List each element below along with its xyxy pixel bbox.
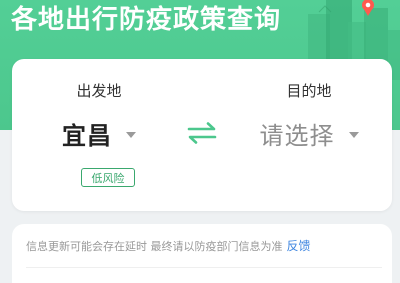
notice-panel: 信息更新可能会存在延时 最终请以防疫部门信息为准 反馈 — [12, 224, 392, 283]
destination-label: 目的地 — [286, 82, 332, 100]
risk-level-badge: 低风险 — [81, 168, 135, 187]
page: 各地出行防疫政策查询 出发地 宜昌 低风险 目的地 请选择 信息更新可能会存在延… — [0, 0, 400, 283]
route-card: 出发地 宜昌 低风险 目的地 请选择 — [12, 59, 392, 211]
caret-down-icon — [126, 131, 136, 138]
page-title: 各地出行防疫政策查询 — [11, 5, 282, 35]
swap-arrows-icon[interactable] — [186, 121, 218, 145]
divider — [26, 267, 382, 268]
notice-row: 信息更新可能会存在延时 最终请以防疫部门信息为准 反馈 — [26, 237, 311, 254]
caret-down-icon — [348, 131, 359, 138]
origin-city-select[interactable]: 宜昌 — [24, 116, 174, 151]
update-delay-notice: 信息更新可能会存在延时 最终请以防疫部门信息为准 — [26, 240, 283, 253]
origin-city: 宜昌 — [62, 122, 112, 150]
feedback-link[interactable]: 反馈 — [287, 239, 311, 253]
origin-label: 出发地 — [76, 82, 122, 100]
destination-placeholder: 请选择 — [259, 122, 335, 150]
destination-city-select[interactable]: 请选择 — [234, 116, 384, 151]
